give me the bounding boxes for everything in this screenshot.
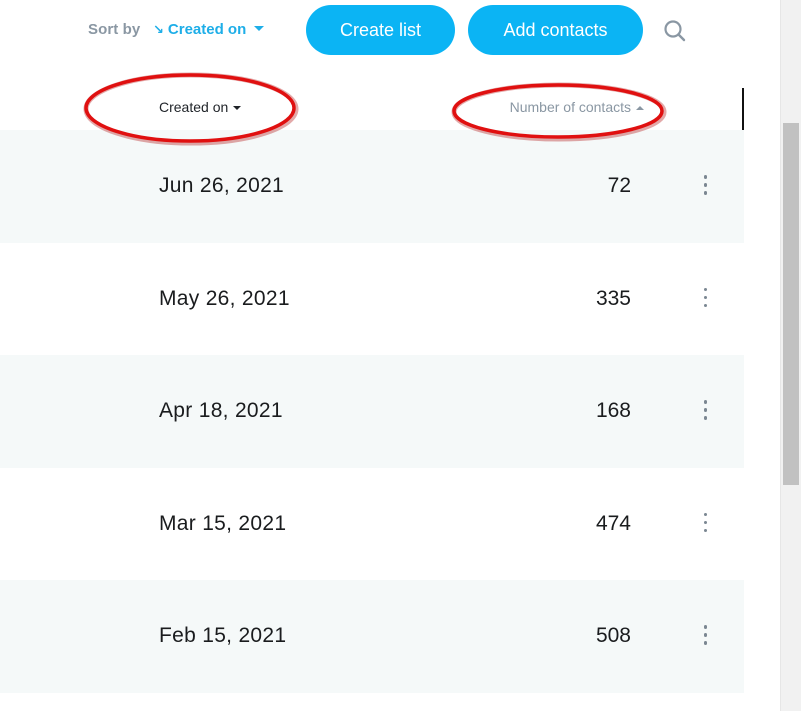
search-icon — [664, 20, 686, 42]
sort-by-dropdown[interactable]: ↘ Created on — [153, 21, 265, 38]
scrollbar-thumb[interactable] — [783, 123, 799, 485]
row-contact-count: 474 — [595, 511, 631, 535]
row-created-date: Apr 18, 2021 — [159, 399, 283, 422]
add-contacts-button[interactable]: Add contacts — [468, 5, 643, 55]
table-row[interactable]: Apr 18, 2021 168 — [0, 355, 744, 468]
sort-direction-icon: ↘ — [153, 21, 164, 37]
table-row[interactable]: May 26, 2021 335 — [0, 243, 744, 356]
contact-lists-panel: Sort by ↘ Created on Create list Add con… — [0, 0, 744, 711]
table-row[interactable]: Mar 15, 2021 474 — [0, 468, 744, 581]
caret-down-icon — [233, 106, 242, 110]
column-header-created-on-label: Created on — [159, 99, 229, 115]
caret-up-icon — [636, 106, 644, 110]
row-contact-count: 335 — [595, 286, 631, 310]
right-gutter — [744, 0, 780, 711]
create-list-button[interactable]: Create list — [306, 5, 455, 55]
column-header-created-on[interactable]: Created on — [159, 99, 242, 115]
row-more-options-icon[interactable] — [692, 283, 718, 313]
toolbar: Sort by ↘ Created on Create list Add con… — [0, 0, 744, 62]
row-more-options-icon[interactable] — [692, 620, 718, 650]
row-contact-count: 72 — [607, 174, 631, 197]
chevron-down-icon — [254, 26, 265, 31]
app-window: Sort by ↘ Created on Create list Add con… — [0, 0, 801, 711]
table-row[interactable]: Feb 15, 2021 508 — [0, 580, 744, 693]
column-header-number-of-contacts-label: Number of contacts — [509, 99, 631, 115]
sort-by-value: Created on — [167, 21, 247, 38]
row-more-options-icon[interactable] — [692, 508, 718, 538]
vertical-scrollbar[interactable] — [780, 0, 801, 711]
row-more-options-icon[interactable] — [692, 170, 718, 200]
sort-by-label: Sort by — [88, 21, 141, 38]
row-created-date: May 26, 2021 — [159, 286, 290, 310]
row-more-options-icon[interactable] — [692, 395, 718, 425]
row-contact-count: 508 — [595, 624, 631, 647]
row-contact-count: 168 — [595, 399, 631, 422]
search-button[interactable] — [661, 17, 689, 45]
row-created-date: Mar 15, 2021 — [159, 511, 287, 535]
table-row[interactable]: Jun 26, 2021 72 — [0, 130, 744, 243]
row-created-date: Feb 15, 2021 — [159, 624, 287, 647]
column-header-number-of-contacts[interactable]: Number of contacts — [510, 99, 644, 115]
row-created-date: Jun 26, 2021 — [159, 174, 285, 197]
table-body: Jun 26, 2021 72 May 26, 2021 335 Apr 18,… — [0, 130, 744, 693]
table-header: Created on Number of contacts — [0, 80, 744, 130]
